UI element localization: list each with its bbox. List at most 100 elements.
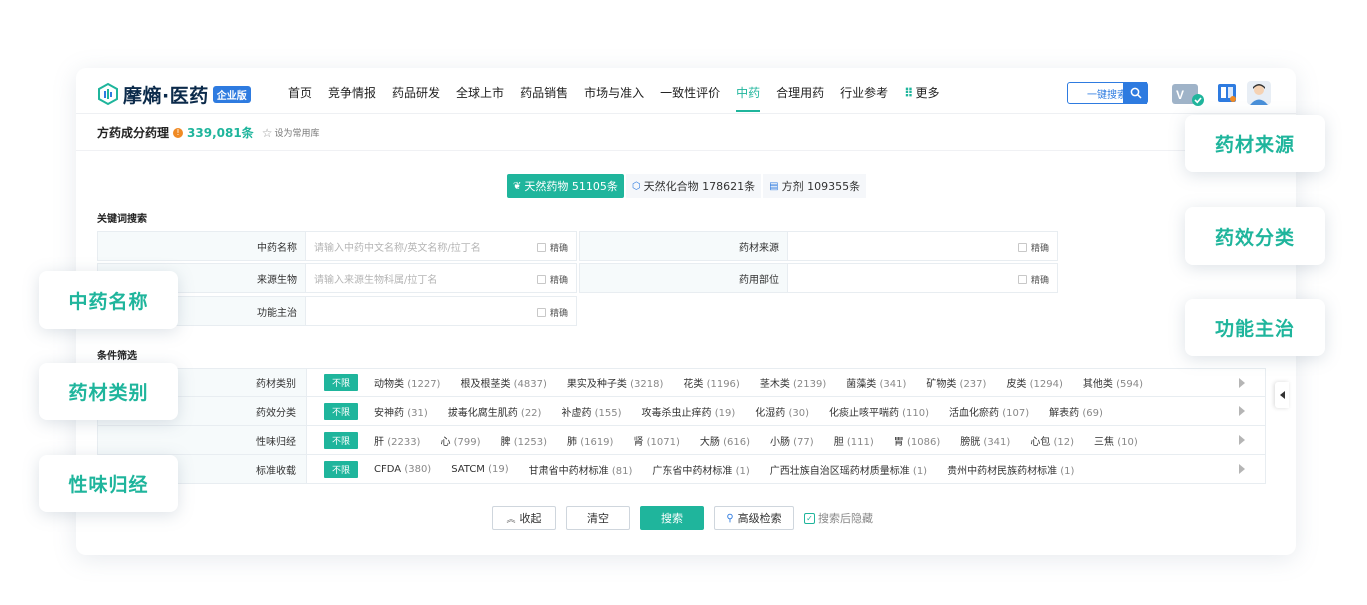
- advanced-search-button[interactable]: ⚲ 高级检索: [714, 506, 794, 530]
- unlimited-option[interactable]: 不限: [324, 374, 359, 391]
- filter-option-count: (30): [788, 407, 809, 419]
- filter-option[interactable]: 根及根茎类 (4837): [460, 375, 546, 390]
- nav-drug-sales[interactable]: 药品销售: [520, 84, 568, 110]
- filter-option[interactable]: 胆 (111): [834, 433, 874, 448]
- nav-global-launch[interactable]: 全球上市: [456, 84, 504, 110]
- filter-option[interactable]: 菌藻类 (341): [846, 375, 906, 390]
- filter-option[interactable]: 花类 (1196): [683, 375, 739, 390]
- source-organism-field[interactable]: 请输入来源生物科属/拉丁名 精确: [306, 263, 577, 293]
- nav-more[interactable]: ⠿ 更多: [904, 84, 939, 110]
- favorite-link[interactable]: ☆ 设为常用库: [262, 126, 320, 140]
- filter-option[interactable]: 其他类 (594): [1083, 375, 1143, 390]
- search-icon: [1130, 87, 1142, 99]
- filter-option[interactable]: 茎木类 (2139): [760, 375, 826, 390]
- filter-option[interactable]: 广西壮族自治区瑶药材质量标准 (1): [770, 462, 927, 477]
- nav-competitive-intel[interactable]: 竞争情报: [328, 84, 376, 110]
- filter-option[interactable]: 小肠 (77): [770, 433, 814, 448]
- filter-option[interactable]: 拔毒化腐生肌药 (22): [448, 404, 542, 419]
- filter-option-name: 活血化瘀药: [949, 407, 1000, 419]
- filter-option-name: 解表药: [1049, 407, 1080, 419]
- nav-industry-ref[interactable]: 行业参考: [840, 84, 888, 110]
- expand-arrow-icon[interactable]: [1239, 464, 1245, 474]
- tab-natural-medicine[interactable]: ❦ 天然药物 51105条: [507, 174, 624, 198]
- collapse-button[interactable]: ︽ 收起: [492, 506, 556, 530]
- filter-option-count: (380): [404, 463, 432, 475]
- filter-option[interactable]: 大肠 (616): [700, 433, 750, 448]
- filter-option[interactable]: 皮类 (1294): [1006, 375, 1062, 390]
- nav-consistency-eval[interactable]: 一致性评价: [660, 84, 720, 110]
- filter-option[interactable]: 化湿药 (30): [755, 404, 809, 419]
- filter-option-name: 根及根茎类: [460, 379, 511, 390]
- unlimited-option[interactable]: 不限: [324, 402, 359, 420]
- filter-option-name: 补虚药: [561, 407, 592, 419]
- checkbox-icon: [1017, 243, 1027, 252]
- nav-market-access[interactable]: 市场与准入: [584, 84, 644, 110]
- exact-label: 精确: [1030, 276, 1049, 286]
- filter-option[interactable]: 解表药 (69): [1049, 404, 1103, 419]
- expand-arrow-icon[interactable]: [1239, 435, 1245, 445]
- filter-option[interactable]: 果实及种子类 (3218): [567, 375, 663, 390]
- filter-option[interactable]: 化痰止咳平喘药 (110): [829, 404, 929, 419]
- nav-home[interactable]: 首页: [288, 84, 312, 110]
- filter-option[interactable]: 肝 (2233): [374, 433, 420, 448]
- tab-natural-compound[interactable]: ⬡ 天然化合物 178621条: [625, 174, 762, 198]
- checkbox-icon: [536, 275, 546, 284]
- filter-option[interactable]: 膀胱 (341): [960, 433, 1010, 448]
- nav-rational-use[interactable]: 合理用药: [776, 84, 824, 110]
- checkbox-icon: [536, 243, 546, 252]
- filter-option[interactable]: 动物类 (1227): [374, 375, 440, 390]
- side-collapse-handle[interactable]: [1275, 382, 1289, 408]
- filter-option-count: (1): [1060, 465, 1075, 477]
- expand-arrow-icon[interactable]: [1239, 378, 1245, 388]
- filter-option[interactable]: SATCM (19): [451, 464, 508, 475]
- exact-checkbox[interactable]: 精确: [1017, 241, 1049, 254]
- filter-option[interactable]: 矿物类 (237): [926, 375, 986, 390]
- filter-option[interactable]: 甘肃省中药材标准 (81): [529, 462, 633, 477]
- exact-checkbox[interactable]: 精确: [1017, 273, 1049, 286]
- clear-button[interactable]: 清空: [566, 506, 630, 530]
- logo[interactable]: 摩熵·医药 企业版: [96, 80, 251, 108]
- user-avatar-icon: [1250, 84, 1268, 105]
- filter-option-count: (110): [902, 407, 930, 419]
- filter-option[interactable]: 胃 (1086): [894, 433, 940, 448]
- unlimited-option[interactable]: 不限: [324, 460, 359, 478]
- filter-option[interactable]: 攻毒杀虫止痒药 (19): [642, 404, 736, 419]
- filter-row: 药材类别 不限 动物类 (1227) 根及根茎类 (4837) 果实及种子类 (3218…: [97, 368, 1266, 397]
- unlimited-option[interactable]: 不限: [324, 431, 359, 449]
- filter-option[interactable]: 广东省中药材标准 (1): [652, 462, 749, 477]
- herb-source-field[interactable]: 精确: [788, 231, 1058, 261]
- exact-checkbox[interactable]: 精确: [536, 241, 568, 254]
- info-icon[interactable]: !: [173, 127, 184, 138]
- exact-checkbox[interactable]: 精确: [536, 273, 568, 286]
- filter-option[interactable]: CFDA (380): [374, 464, 431, 475]
- tcm-name-field[interactable]: 请输入中药中文名称/英文名称/拉丁名 精确: [306, 231, 577, 261]
- filter-option[interactable]: 活血化瘀药 (107): [949, 404, 1029, 419]
- function-field[interactable]: 精确: [306, 296, 577, 326]
- filter-option[interactable]: 心 (799): [440, 433, 480, 448]
- filter-option[interactable]: 脾 (1253): [501, 433, 547, 448]
- filter-options: 不限 CFDA (380) SATCM (19) 甘肃省中药材标准 (81) 广东省中药…: [307, 455, 1265, 483]
- filter-options: 不限肝 (2233) 心 (799) 脾 (1253) 肺 (1619) 肾 (1071…: [307, 426, 1265, 454]
- filter-option-name: 茎木类: [759, 379, 790, 390]
- tab-prescription[interactable]: ▤ 方剂 109355条: [763, 174, 867, 198]
- keyword-row: 来源生物 请输入来源生物科属/拉丁名 精确 药用部位 精确: [97, 263, 1058, 293]
- search-button[interactable]: 搜索: [640, 506, 704, 530]
- filter-option-count: (799): [453, 436, 481, 448]
- filter-option[interactable]: 三焦 (10): [1094, 433, 1138, 448]
- book-icon[interactable]: [1217, 82, 1237, 104]
- filter-option[interactable]: 心包 (12): [1030, 433, 1074, 448]
- exact-checkbox[interactable]: 精确: [536, 306, 568, 319]
- avatar[interactable]: [1247, 81, 1271, 105]
- filter-option[interactable]: 贵州中药材民族药材标准 (1): [947, 462, 1074, 477]
- filter-option[interactable]: 补虚药 (155): [561, 404, 621, 419]
- search-icon-button[interactable]: [1123, 82, 1148, 104]
- vip-icon[interactable]: V: [1171, 81, 1205, 107]
- filter-option[interactable]: 肾 (1071): [633, 433, 679, 448]
- nav-tcm[interactable]: 中药: [736, 84, 761, 112]
- expand-arrow-icon[interactable]: [1239, 406, 1245, 416]
- medicinal-part-field[interactable]: 精确: [788, 263, 1058, 293]
- filter-option[interactable]: 肺 (1619): [567, 433, 613, 448]
- filter-option[interactable]: 安神药 (31): [374, 404, 428, 419]
- nav-drug-rd[interactable]: 药品研发: [392, 84, 440, 110]
- hide-after-search-checkbox[interactable]: ✓ 搜索后隐藏: [804, 510, 873, 526]
